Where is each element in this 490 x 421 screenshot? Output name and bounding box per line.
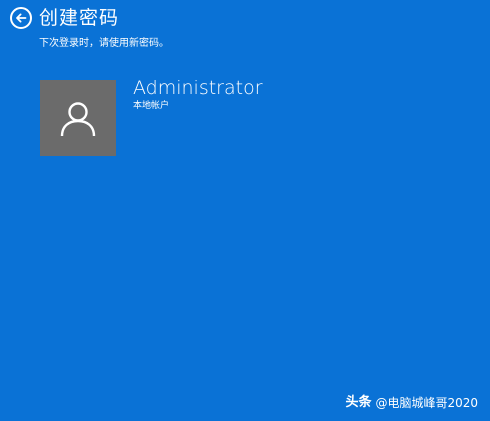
back-arrow-icon	[16, 13, 27, 23]
watermark-brand: 头条	[345, 395, 372, 410]
account-name: Administrator	[133, 77, 263, 99]
watermark-handle: @电脑城峰哥2020	[375, 396, 478, 410]
watermark: 头条 @电脑城峰哥2020	[345, 395, 478, 411]
header: 创建密码	[10, 6, 119, 30]
subtitle: 下次登录时，请使用新密码。	[39, 38, 169, 49]
account-avatar	[40, 80, 116, 156]
page-title: 创建密码	[39, 7, 120, 29]
account-type: 本地帐户	[133, 101, 170, 111]
back-button[interactable]	[10, 7, 32, 29]
user-avatar-icon	[60, 102, 96, 137]
